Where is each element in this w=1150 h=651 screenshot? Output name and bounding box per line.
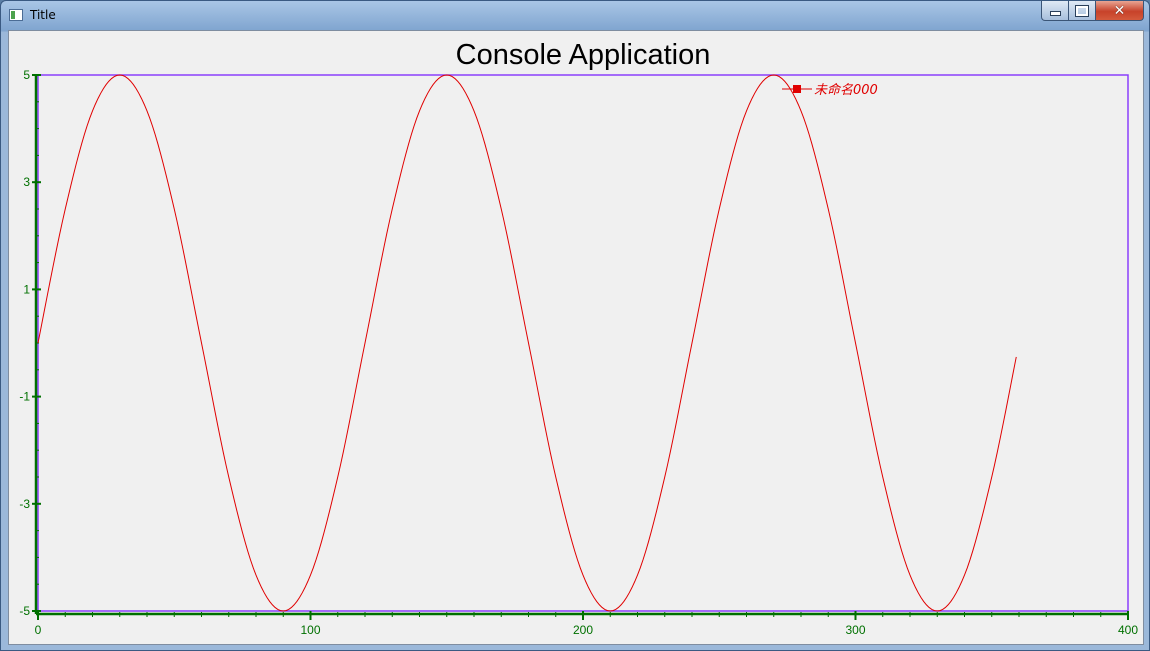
close-button[interactable]: ✕ [1095,1,1144,21]
minimize-button[interactable] [1041,1,1069,21]
chart-title: Console Application [456,39,711,71]
y-tick-label: 1 [23,282,30,296]
close-icon: ✕ [1113,2,1126,19]
y-tick-label: -5 [19,604,30,618]
series-line [37,74,1017,612]
y-tick-label: 3 [23,175,30,189]
x-tick-label: 400 [1118,623,1138,637]
title-bar[interactable]: Title ✕ [1,1,1149,29]
legend-label: 未命名000 [814,82,878,98]
x-tick-label: 200 [573,623,593,637]
y-tick-label: 5 [23,68,30,82]
minimize-icon [1049,11,1061,16]
x-tick-label: 300 [845,623,865,637]
x-tick-label: 0 [35,623,42,637]
maximize-icon [1075,4,1089,17]
legend-swatch-marker [793,85,801,93]
maximize-button[interactable] [1068,1,1096,21]
chart-area: Console Application 5 3 1 -1 -3 -5 0 100 200 300 4… [8,30,1144,645]
app-window: Title ✕ Console Application 5 3 1 -1 -3 -5 0 10… [0,0,1150,651]
window-title: Title [30,8,56,22]
y-tick-label: -3 [19,497,30,511]
y-tick-label: -1 [19,390,30,404]
chart: Console Application 5 3 1 -1 -3 -5 0 100 200 300 4… [19,39,1138,637]
app-icon[interactable] [9,9,23,21]
x-tick-label: 100 [300,623,320,637]
